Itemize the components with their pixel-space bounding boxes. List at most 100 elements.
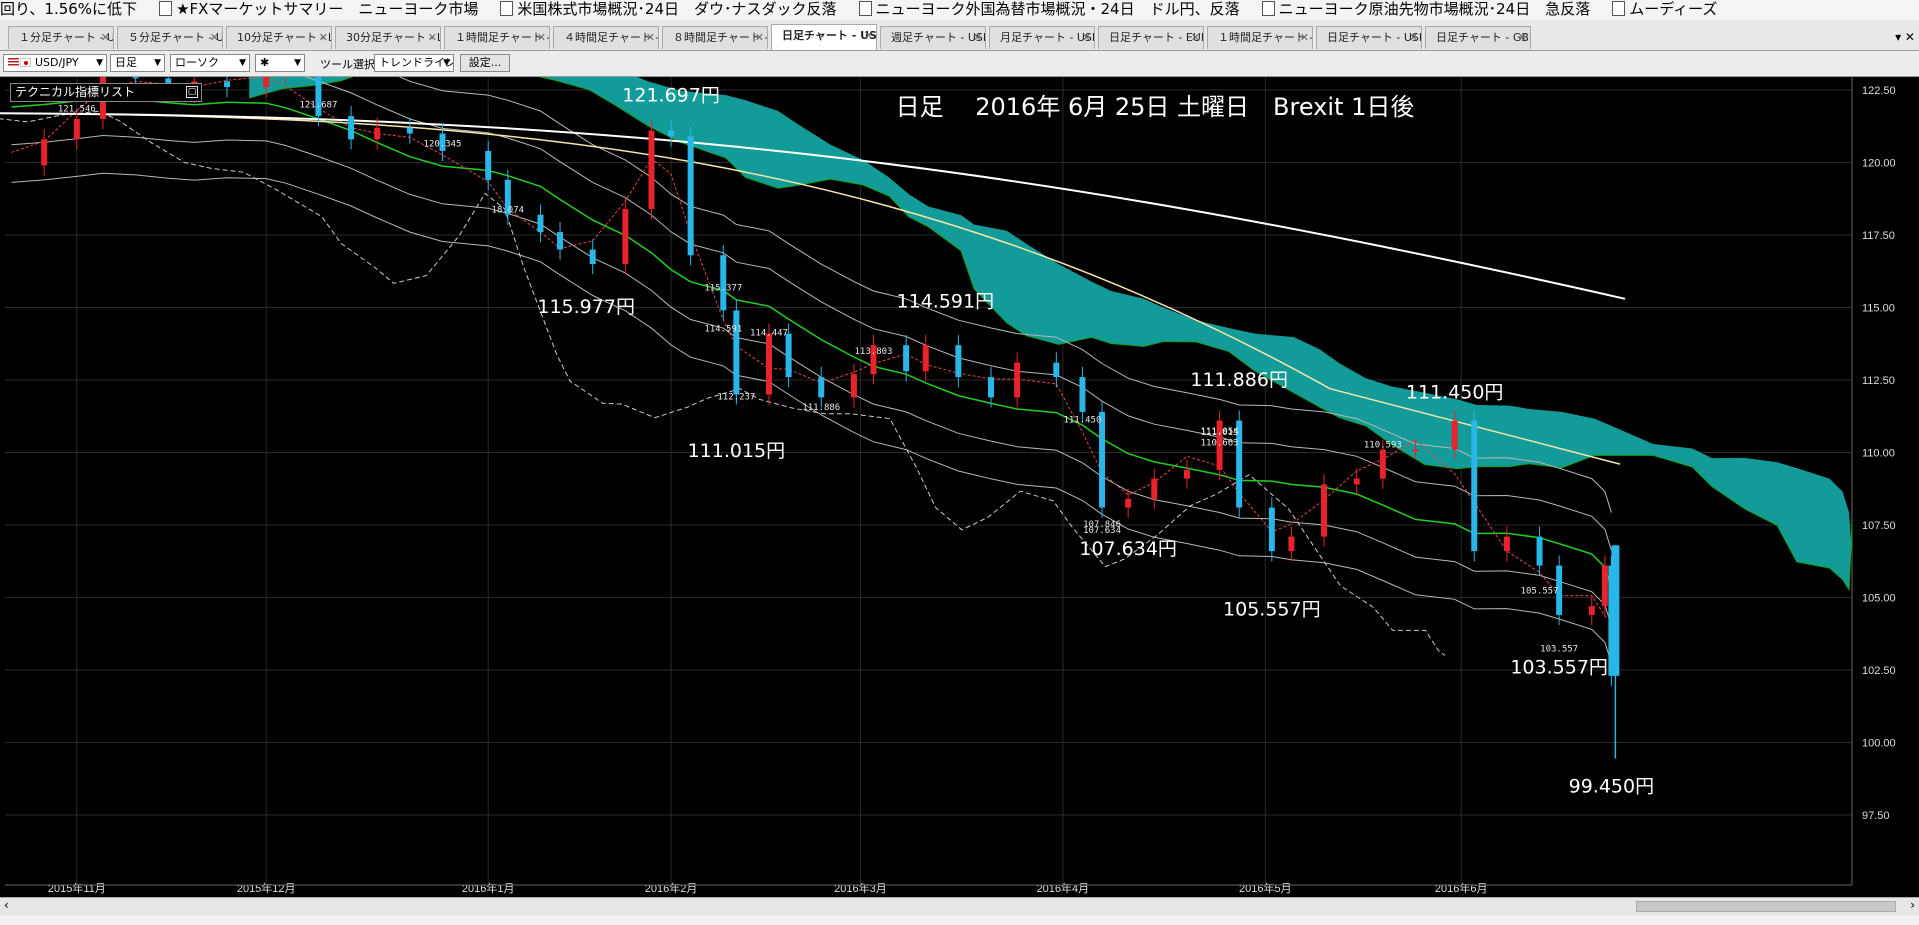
ticker-item[interactable]: ★FXマーケットサマリー ニューヨーク市場 — [159, 0, 478, 19]
candle-up — [1412, 449, 1419, 452]
ticker-text: ニューヨーク外国為替市場概況・24日 ドル円、反落 — [875, 0, 1240, 18]
chart-tab[interactable]: 日足チャート - US ✕ — [771, 24, 877, 50]
y-tick-label: 105.00 — [1862, 593, 1896, 605]
chart-tab[interactable]: ５分足チャート - U ✕ — [117, 26, 223, 49]
chart-tab[interactable]: 30分足チャート - L ✕ — [335, 26, 441, 49]
scrollbar-thumb[interactable] — [1636, 901, 1896, 912]
y-tick-label: 112.50 — [1862, 375, 1895, 387]
value-label-small: 103.557 — [1540, 644, 1578, 654]
price-callout: 111.015円 — [688, 440, 786, 462]
chart-tab[interactable]: １分足チャート - U ✕ — [8, 26, 114, 49]
price-callout: 103.557円 — [1510, 656, 1608, 678]
tab-label: １分足チャート - U — [19, 31, 114, 44]
drawing-tool-select[interactable]: トレンドライン ▼ — [374, 54, 454, 72]
value-label-small: 121.546 — [58, 105, 96, 115]
candle-up — [1151, 478, 1158, 499]
close-icon[interactable]: ✕ — [1518, 27, 1527, 49]
document-icon — [159, 1, 173, 16]
value-label-small: 113.803 — [855, 347, 893, 357]
value-label-small: 107.846 — [1083, 520, 1121, 530]
period-select[interactable]: 日足 ▼ — [110, 54, 165, 72]
candle-down — [733, 310, 740, 395]
value-label-small: 105.557 — [1521, 586, 1559, 596]
close-icon[interactable]: ✕ — [1409, 27, 1418, 49]
candle-up — [263, 77, 270, 88]
close-icon[interactable]: ✕ — [210, 27, 219, 49]
close-icon[interactable]: ✕ — [864, 25, 873, 47]
close-icon[interactable]: ✕ — [646, 27, 655, 49]
candle-down — [818, 377, 825, 398]
chart-tab[interactable]: 月足チャート - USI ✕ — [989, 26, 1095, 49]
ticker-item[interactable]: 米国株式市場概況･24日 ダウ･ナスダック反落 — [500, 0, 837, 19]
close-icon[interactable]: ✕ — [1082, 27, 1091, 49]
close-icon[interactable]: ✕ — [1191, 27, 1200, 49]
tab-bar-controls[interactable]: ▾ ✕ — [1895, 30, 1915, 44]
value-label-small: 114.591 — [704, 324, 742, 334]
tool-label: ツール選択 — [320, 58, 375, 71]
chevron-down-icon: ▼ — [239, 58, 246, 68]
indicator-list-panel[interactable]: テクニカル指標リスト ▢ — [10, 83, 202, 102]
value-label-small: 111.450 — [1063, 415, 1101, 425]
chart-tab[interactable]: 日足チャート - EUI ✕ — [1098, 26, 1204, 49]
chart-tab[interactable]: ８時間足チャート - ✕ — [662, 26, 768, 49]
candle-down — [785, 333, 792, 378]
chart-tab-bar: １分足チャート - U ✕ ５分足チャート - U ✕ 10分足チャート - L ✕ 30分… — [0, 20, 1919, 51]
period-value: 日足 — [115, 56, 137, 69]
candle-up — [73, 119, 80, 140]
chevron-down-icon: ▼ — [294, 58, 301, 68]
close-icon[interactable]: ✕ — [537, 27, 546, 49]
candle-down — [1079, 377, 1086, 412]
candle-up — [1601, 565, 1608, 607]
document-icon — [858, 1, 872, 16]
candle-up — [1379, 449, 1386, 479]
value-label-small: 111.886 — [802, 403, 840, 413]
price-chart[interactable]: 97.50 100.00 102.50 105.00 107.50 110.00 112.5… — [0, 77, 1919, 897]
candle-down — [406, 127, 413, 134]
y-tick-label: 102.50 — [1862, 665, 1896, 677]
indicator-list-label: テクニカル指標リスト — [15, 85, 136, 99]
final-candle-body — [1611, 545, 1620, 676]
candle-down — [348, 116, 355, 140]
chevron-down-icon: ▼ — [443, 58, 450, 68]
close-icon[interactable]: ✕ — [101, 27, 110, 49]
settings-button[interactable]: 設定... — [460, 54, 510, 72]
close-icon[interactable]: ✕ — [319, 27, 328, 49]
x-tick-label: 2016年1月 — [462, 881, 515, 895]
ticker-item[interactable]: ニューヨーク外国為替市場概況・24日 ドル円、反落 — [858, 0, 1240, 19]
candle-down — [1053, 362, 1060, 378]
news-ticker: 回り、1.56%に低下 ★FXマーケットサマリー ニューヨーク市場 米国株式市場概況… — [0, 0, 1919, 21]
tab-label: ４時間足チャート - — [564, 31, 659, 44]
chart-type-select[interactable]: ローソク ▼ — [170, 54, 250, 72]
close-icon[interactable]: ✕ — [1300, 27, 1309, 49]
close-icon[interactable]: ✕ — [755, 27, 764, 49]
y-tick-label: 120.00 — [1862, 158, 1896, 170]
chart-tab[interactable]: 日足チャート - USI ✕ — [1316, 26, 1422, 49]
x-tick-label: 2015年12月 — [237, 881, 296, 895]
symbol-select[interactable]: USD/JPY ▼ — [3, 54, 107, 72]
chart-tab[interactable]: １時間足チャート - ✕ — [1207, 26, 1313, 49]
chart-tab[interactable]: ４時間足チャート - ✕ — [553, 26, 659, 49]
price-callout: 99.450円 — [1569, 775, 1654, 797]
ticker-item[interactable]: ニューヨーク原油先物市場概況･24日 急反落 — [1261, 0, 1590, 19]
chart-tab[interactable]: 10分足チャート - L ✕ — [226, 26, 332, 49]
collapse-icon[interactable]: ▢ — [186, 86, 198, 98]
candle-up — [41, 139, 48, 166]
candle-up — [1183, 469, 1190, 479]
value-label-small: 111.054 — [1201, 427, 1239, 437]
ticker-item[interactable]: 回り、1.56%に低下 — [0, 0, 137, 19]
chart-tab[interactable]: 日足チャート - GBI ✕ — [1425, 26, 1531, 49]
y-tick-label: 117.50 — [1862, 230, 1895, 242]
scroll-right-icon[interactable]: › — [1910, 898, 1915, 912]
scroll-left-icon[interactable]: ‹ — [4, 898, 9, 912]
x-tick-label: 2016年6月 — [1435, 881, 1488, 895]
marker-value: ✱ — [260, 56, 270, 69]
ticker-item[interactable]: ムーディーズ — [1612, 0, 1717, 19]
close-icon[interactable]: ✕ — [973, 27, 982, 49]
candle-up — [922, 345, 929, 372]
chart-tab[interactable]: 週足チャート - USI ✕ — [880, 26, 986, 49]
horizontal-scrollbar[interactable]: ‹ › — [0, 897, 1919, 915]
chart-tab[interactable]: １時間足チャート - ✕ — [444, 26, 550, 49]
close-icon[interactable]: ✕ — [428, 27, 437, 49]
marker-select[interactable]: ✱ ▼ — [255, 54, 305, 72]
tab-label: 30分足チャート - L — [346, 31, 441, 44]
